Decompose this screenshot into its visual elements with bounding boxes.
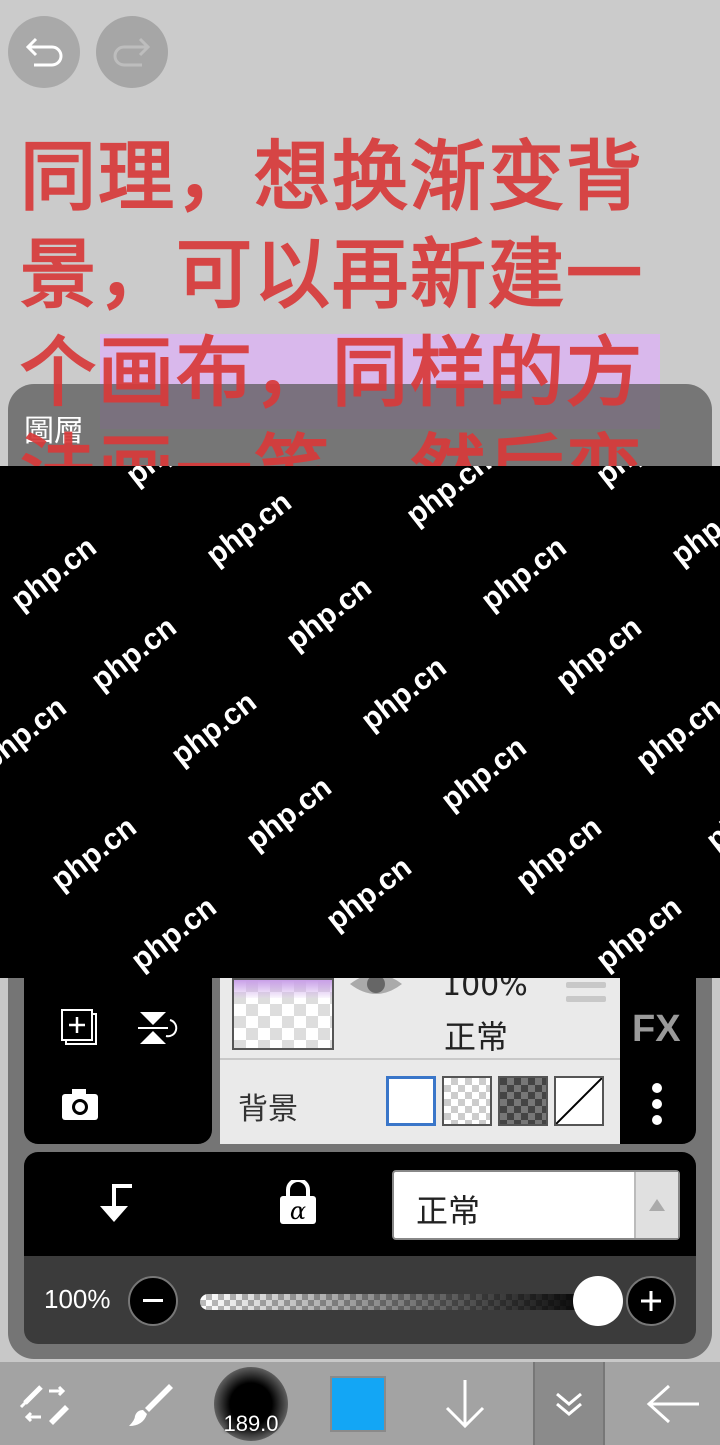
arrow-down-icon bbox=[445, 1379, 485, 1428]
background-none-option[interactable] bbox=[554, 1076, 604, 1126]
back-button[interactable] bbox=[628, 1362, 718, 1445]
layer-tools bbox=[24, 978, 212, 1144]
flip-layer-icon[interactable] bbox=[136, 1008, 178, 1048]
opacity-slider[interactable] bbox=[200, 1294, 598, 1310]
opacity-minus-button[interactable] bbox=[128, 1276, 178, 1326]
watermark: php.cn bbox=[320, 850, 418, 938]
blend-mode-value: 正常 bbox=[416, 1192, 481, 1230]
background-transparent-light-option[interactable] bbox=[442, 1076, 492, 1126]
scroll-down-button[interactable] bbox=[420, 1362, 510, 1445]
watermark: php.cn bbox=[550, 610, 648, 698]
merge-down-icon[interactable] bbox=[96, 1180, 136, 1224]
brush-tool-button[interactable] bbox=[104, 1362, 194, 1445]
watermark: php.cn bbox=[45, 810, 143, 898]
brush-preview: 189.0 bbox=[214, 1366, 288, 1441]
slash-icon bbox=[555, 1077, 603, 1125]
watermark: php.cn bbox=[700, 770, 720, 858]
watermark: php.cn bbox=[510, 810, 608, 898]
color-button[interactable] bbox=[318, 1362, 398, 1445]
undo-button[interactable] bbox=[8, 16, 80, 88]
redo-button[interactable] bbox=[96, 16, 168, 88]
minus-icon bbox=[143, 1299, 163, 1302]
caption-line: 同理，想换渐变背 bbox=[20, 132, 644, 221]
fx-column: FX bbox=[620, 978, 696, 1144]
tutorial-caption: 同理，想换渐变背 景，可以再新建一 个画布，同样的方 法画一笔，然后变 bbox=[20, 128, 700, 520]
brush-icon bbox=[129, 1383, 173, 1426]
background-transparent-dark-option[interactable] bbox=[498, 1076, 548, 1126]
watermark: php.cn bbox=[120, 466, 218, 493]
watermark: php.cn bbox=[85, 610, 183, 698]
dropdown-arrow-icon[interactable] bbox=[634, 1172, 678, 1238]
alpha-lock-icon[interactable]: α bbox=[278, 1180, 318, 1226]
eye-icon[interactable] bbox=[348, 974, 404, 1004]
svg-text:α: α bbox=[290, 1197, 306, 1225]
add-layer-icon[interactable] bbox=[60, 1008, 100, 1048]
redo-icon bbox=[113, 37, 151, 67]
layer-list: 100% 正常 背景 bbox=[220, 968, 620, 1144]
blend-mode-select[interactable]: 正常 bbox=[392, 1170, 680, 1240]
watermark: php.cn bbox=[5, 530, 103, 618]
layer-thumbnail[interactable] bbox=[232, 978, 334, 1050]
watermark: php.cn bbox=[125, 890, 223, 978]
fx-button[interactable]: FX bbox=[632, 1008, 681, 1051]
watermark: php.cn bbox=[665, 485, 720, 573]
transform-icon bbox=[19, 1384, 69, 1425]
arrow-left-icon bbox=[646, 1384, 699, 1423]
layer-blend-mode: 正常 bbox=[444, 1018, 509, 1056]
layer-menu-button[interactable] bbox=[533, 1362, 605, 1445]
background-white-option[interactable] bbox=[386, 1076, 436, 1126]
more-vertical-icon[interactable] bbox=[650, 1082, 664, 1126]
watermark: php.cn bbox=[475, 530, 573, 618]
blend-row: α 正常 bbox=[24, 1152, 696, 1256]
watermark: php.cn bbox=[590, 466, 688, 493]
color-swatch bbox=[330, 1375, 386, 1432]
watermark: php.cn bbox=[0, 690, 73, 778]
watermark: php.cn bbox=[200, 485, 298, 573]
thumbnail-gradient bbox=[234, 980, 332, 998]
brush-size-button[interactable]: 189.0 bbox=[206, 1362, 296, 1445]
layer-item[interactable]: 100% 正常 bbox=[220, 968, 620, 1060]
watermark: php.cn bbox=[165, 685, 263, 773]
camera-icon[interactable] bbox=[60, 1086, 100, 1122]
watermark: php.cn bbox=[435, 730, 533, 818]
watermark: php.cn bbox=[630, 690, 720, 778]
background-label: 背景 bbox=[238, 1092, 298, 1127]
background-row: 背景 bbox=[220, 1062, 620, 1144]
watermark: php.cn bbox=[355, 650, 453, 738]
caption-line: 景，可以再新建一 bbox=[20, 230, 644, 319]
opacity-plus-button[interactable] bbox=[626, 1276, 676, 1326]
plus-icon bbox=[641, 1291, 661, 1311]
watermark: php.cn bbox=[280, 570, 378, 658]
opacity-row: 100% bbox=[24, 1256, 696, 1344]
transform-tool-button[interactable] bbox=[0, 1362, 90, 1445]
watermark: php.cn bbox=[400, 466, 498, 533]
caption-line: 个画布，同样的方 bbox=[20, 328, 644, 417]
drag-handle-icon[interactable] bbox=[566, 982, 606, 1010]
opacity-slider-thumb[interactable] bbox=[573, 1276, 623, 1326]
watermark-overlay: php.cn php.cn php.cn php.cn php.cn php.c… bbox=[0, 466, 720, 978]
watermark: php.cn bbox=[590, 890, 688, 978]
brush-size-value: 189.0 bbox=[223, 1410, 279, 1436]
double-chevron-down-icon bbox=[556, 1392, 582, 1416]
watermark: php.cn bbox=[240, 770, 338, 858]
opacity-value: 100% bbox=[44, 1284, 111, 1314]
bottom-toolbar: 189.0 bbox=[0, 1362, 720, 1445]
undo-icon bbox=[25, 37, 63, 67]
